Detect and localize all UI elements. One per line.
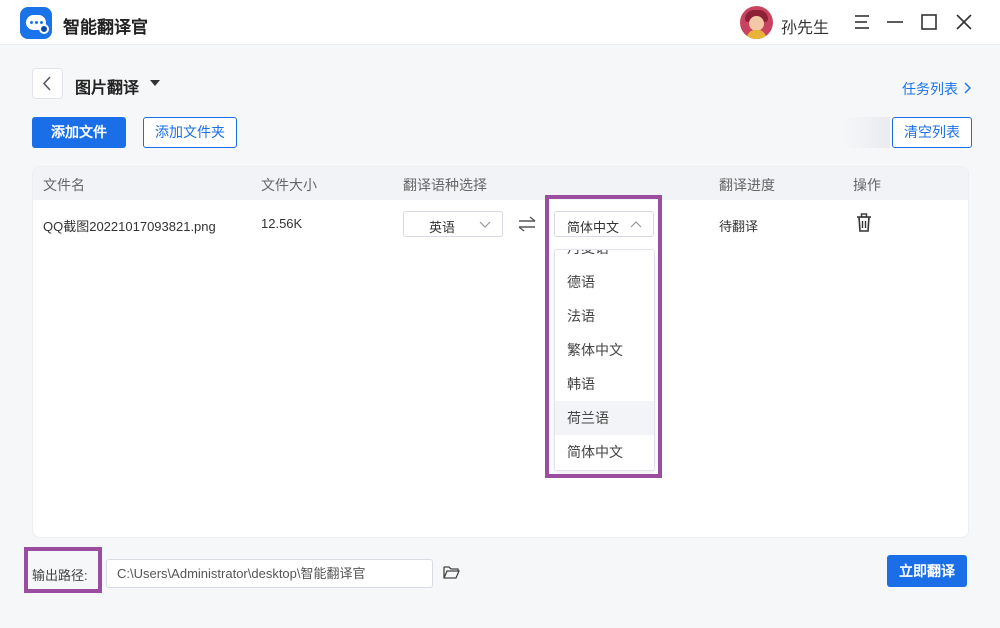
- column-header-language: 翻译语种选择: [403, 177, 487, 193]
- app-title: 智能翻译官: [63, 18, 148, 37]
- add-file-button[interactable]: 添加文件: [32, 117, 126, 148]
- dropdown-item-simplified-chinese[interactable]: 简体中文: [555, 435, 654, 469]
- app-logo-icon: [20, 7, 52, 39]
- file-name: QQ截图20221017093821.png: [43, 219, 216, 234]
- source-language-select[interactable]: 英语: [403, 211, 503, 237]
- chevron-up-icon: [630, 221, 642, 228]
- clear-list-button[interactable]: 清空列表: [892, 117, 972, 148]
- maximize-icon[interactable]: [918, 11, 940, 33]
- translate-now-button[interactable]: 立即翻译: [887, 555, 967, 587]
- chevron-left-icon: [42, 76, 51, 91]
- translation-progress: 待翻译: [719, 219, 759, 234]
- title-bar: 智能翻译官 孙先生: [0, 0, 1000, 45]
- trash-icon[interactable]: [855, 213, 873, 233]
- output-path-label: 输出路径:: [32, 568, 88, 583]
- close-icon[interactable]: [953, 11, 975, 33]
- menu-icon[interactable]: [851, 11, 873, 33]
- target-language-select[interactable]: 简体中文: [554, 211, 654, 237]
- output-path-field[interactable]: C:\Users\Administrator\desktop\智能翻译官: [106, 559, 433, 588]
- source-language-value: 英语: [428, 220, 455, 235]
- file-table: 文件名 文件大小 翻译语种选择 翻译进度 操作 QQ截图202210170938…: [32, 166, 969, 538]
- column-header-progress: 翻译进度: [719, 177, 775, 193]
- column-header-actions: 操作: [853, 177, 881, 193]
- column-header-file-name: 文件名: [43, 177, 85, 193]
- add-folder-button[interactable]: 添加文件夹: [143, 117, 237, 148]
- swap-languages-icon[interactable]: [517, 215, 537, 233]
- toolbar-fade: [842, 117, 890, 148]
- dropdown-item-german[interactable]: 德语: [555, 265, 654, 299]
- dropdown-item-partial[interactable]: 丹麦语: [555, 250, 654, 265]
- language-dropdown[interactable]: 丹麦语 德语 法语 繁体中文 韩语 荷兰语 简体中文: [554, 249, 655, 471]
- dropdown-item-korean[interactable]: 韩语: [555, 367, 654, 401]
- folder-open-icon[interactable]: [443, 565, 460, 580]
- file-size: 12.56K: [261, 216, 303, 231]
- minimize-icon[interactable]: [884, 11, 906, 33]
- back-button[interactable]: [32, 68, 63, 99]
- dropdown-item-french[interactable]: 法语: [555, 299, 654, 333]
- caret-down-icon[interactable]: [149, 78, 161, 88]
- target-language-value: 简体中文: [566, 220, 619, 235]
- chevron-down-icon: [479, 221, 491, 228]
- dropdown-item-dutch[interactable]: 荷兰语: [555, 401, 654, 435]
- task-list-link[interactable]: 任务列表: [902, 79, 958, 99]
- chevron-right-icon[interactable]: [963, 82, 972, 94]
- user-avatar[interactable]: [740, 6, 773, 39]
- table-header: 文件名 文件大小 翻译语种选择 翻译进度 操作: [33, 167, 968, 200]
- column-header-file-size: 文件大小: [261, 177, 317, 193]
- page-title[interactable]: 图片翻译: [75, 74, 139, 98]
- dropdown-item-traditional-chinese[interactable]: 繁体中文: [555, 333, 654, 367]
- user-name[interactable]: 孙先生: [781, 14, 829, 38]
